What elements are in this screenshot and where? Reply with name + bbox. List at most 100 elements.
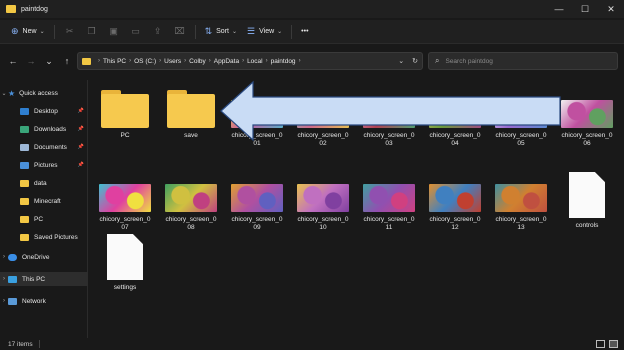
folder-icon xyxy=(167,90,215,128)
chevron-right-icon[interactable]: › xyxy=(0,254,8,260)
file-item[interactable]: controls xyxy=(555,172,619,230)
sort-button[interactable]: ⇅ Sort ⌄ xyxy=(200,23,242,41)
view-button[interactable]: ☰ View ⌄ xyxy=(242,23,287,41)
image-thumbnail xyxy=(99,184,151,212)
sidebar-item-this-pc[interactable]: › This PC xyxy=(0,272,88,286)
file-name: chicory_screen_0 06 xyxy=(561,132,613,147)
star-icon: ★ xyxy=(8,88,16,98)
file-name: save xyxy=(184,132,198,139)
file-item[interactable]: chicory_screen_0 11 xyxy=(357,170,421,232)
image-thumbnail xyxy=(429,184,481,212)
cut-icon[interactable]: ✂ xyxy=(59,23,81,41)
sidebar-item-pc[interactable]: PC xyxy=(0,212,88,226)
pin-icon[interactable]: 📌 xyxy=(78,108,84,114)
recent-locations-button[interactable]: ⌄ xyxy=(40,52,58,70)
sort-button-label: Sort xyxy=(216,28,229,35)
minimize-button[interactable]: — xyxy=(546,0,572,18)
more-options-button[interactable]: ••• xyxy=(296,23,313,41)
network-icon xyxy=(8,297,17,305)
sidebar-item-network[interactable]: › Network xyxy=(0,294,88,308)
breadcrumb-item[interactable]: Colby xyxy=(189,58,206,65)
breadcrumb-item[interactable]: Users xyxy=(164,58,181,65)
document-icon xyxy=(107,234,143,280)
computer-icon xyxy=(8,275,17,283)
sidebar-item-data[interactable]: data xyxy=(0,176,88,190)
rename-icon[interactable]: ▭ xyxy=(125,23,147,41)
item-count: 17 items xyxy=(8,340,33,348)
sidebar-item-quick-access[interactable]: ⌄ ★ Quick access xyxy=(0,86,88,100)
sidebar-item-downloads[interactable]: Downloads 📌 xyxy=(0,122,88,136)
file-item[interactable]: chicory_screen_0 08 xyxy=(159,170,223,232)
details-view-button[interactable] xyxy=(596,340,605,348)
sidebar-item-label: This PC xyxy=(22,275,46,283)
status-bar: 17 items xyxy=(0,338,624,350)
sidebar-item-desktop[interactable]: Desktop 📌 xyxy=(0,104,88,118)
address-bar[interactable]: › This PC › OS (C:) › Users › Colby › Ap… xyxy=(77,52,423,70)
breadcrumb-item[interactable]: OS (C:) xyxy=(134,58,156,65)
breadcrumb-item[interactable]: paintdog xyxy=(271,58,296,65)
paste-icon[interactable]: ▣ xyxy=(103,23,125,41)
sidebar-item-pictures[interactable]: Pictures 📌 xyxy=(0,158,88,172)
breadcrumb: › This PC › OS (C:) › Users › Colby › Ap… xyxy=(95,58,304,65)
back-button[interactable]: ← xyxy=(4,52,22,70)
file-name: chicory_screen_0 08 xyxy=(165,216,217,231)
new-button[interactable]: ⊕ New ⌄ xyxy=(6,23,50,41)
sidebar-item-label: data xyxy=(34,179,47,187)
folder-icon xyxy=(101,90,149,128)
close-button[interactable]: ✕ xyxy=(598,0,624,18)
breadcrumb-item[interactable]: This PC xyxy=(103,58,126,65)
forward-button[interactable]: → xyxy=(22,52,40,70)
file-item[interactable]: chicory_screen_0 09 xyxy=(225,170,289,232)
sidebar-item-saved-pictures[interactable]: Saved Pictures xyxy=(0,230,88,244)
file-name: chicory_screen_0 07 xyxy=(99,216,151,231)
search-box[interactable]: ⌕ Search paintdog xyxy=(428,52,618,70)
toolbar-divider xyxy=(53,24,55,39)
pictures-icon xyxy=(20,161,29,169)
breadcrumb-item[interactable]: Local xyxy=(247,58,263,65)
chevron-down-icon[interactable]: ⌄ xyxy=(0,90,8,97)
chevron-down-icon: ⌄ xyxy=(231,29,238,35)
folder-item[interactable]: PC xyxy=(93,86,157,140)
command-bar: ⊕ New ⌄ ✂ ❐ ▣ ▭ ⇪ ⌧ ⇅ Sort ⌄ ☰ View ⌄ ••… xyxy=(0,20,624,44)
address-dropdown-icon[interactable]: ⌄ xyxy=(398,57,404,65)
documents-icon xyxy=(20,143,29,151)
pin-icon[interactable]: 📌 xyxy=(78,126,84,132)
large-icons-view-button[interactable] xyxy=(609,340,618,348)
maximize-button[interactable]: ☐ xyxy=(572,0,598,18)
sidebar-item-documents[interactable]: Documents 📌 xyxy=(0,140,88,154)
chevron-right-icon: › xyxy=(159,58,162,64)
sidebar-item-minecraft[interactable]: Minecraft xyxy=(0,194,88,208)
chevron-right-icon[interactable]: › xyxy=(0,298,8,304)
pin-icon[interactable]: 📌 xyxy=(78,162,84,168)
file-name: chicory_screen_0 11 xyxy=(363,216,415,231)
delete-icon[interactable]: ⌧ xyxy=(169,23,191,41)
toolbar-divider xyxy=(194,24,196,39)
chevron-right-icon: › xyxy=(129,58,132,64)
navigation-pane: ⌄ ★ Quick access Desktop 📌 Downloads 📌 Docum… xyxy=(0,80,88,338)
sidebar-item-label: Pictures xyxy=(34,161,58,169)
folder-item[interactable]: save xyxy=(159,86,223,140)
refresh-icon[interactable]: ↻ xyxy=(412,57,418,65)
annotation-arrow xyxy=(220,80,561,142)
breadcrumb-item[interactable]: AppData xyxy=(214,58,239,65)
up-button[interactable]: ↑ xyxy=(58,52,76,70)
new-button-label: New xyxy=(22,28,37,35)
sidebar-item-onedrive[interactable]: › OneDrive xyxy=(0,250,88,264)
file-item[interactable]: chicory_screen_0 10 xyxy=(291,170,355,232)
navigation-bar: ← → ⌄ ↑ › This PC › OS (C:) › Users › Co… xyxy=(0,46,624,76)
chevron-right-icon: › xyxy=(208,58,211,64)
pin-icon[interactable]: 📌 xyxy=(78,144,84,150)
share-icon[interactable]: ⇪ xyxy=(147,23,169,41)
file-item[interactable]: settings xyxy=(93,234,157,292)
file-item[interactable]: chicory_screen_0 06 xyxy=(555,86,619,148)
image-thumbnail xyxy=(561,100,613,128)
file-item[interactable]: chicory_screen_0 13 xyxy=(489,170,553,232)
copy-icon[interactable]: ❐ xyxy=(81,23,103,41)
file-item[interactable]: chicory_screen_0 12 xyxy=(423,170,487,232)
sidebar-item-label: Desktop xyxy=(34,107,58,115)
chevron-right-icon[interactable]: › xyxy=(0,276,8,282)
folder-icon xyxy=(20,215,29,223)
file-name: chicory_screen_0 13 xyxy=(495,216,547,231)
file-item[interactable]: chicory_screen_0 07 xyxy=(93,170,157,232)
image-thumbnail xyxy=(363,184,415,212)
